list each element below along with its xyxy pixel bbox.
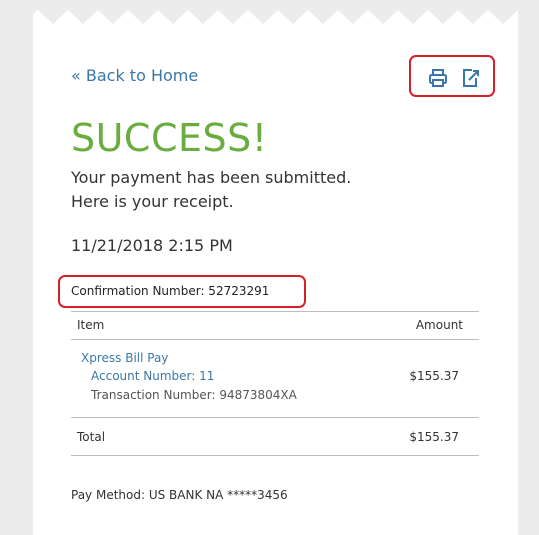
column-header-item: Item	[77, 318, 105, 332]
confirmation-number: Confirmation Number: 52723291	[71, 284, 270, 298]
export-icon[interactable]	[459, 67, 481, 89]
total-amount: $155.37	[409, 430, 459, 444]
line-item-amount: $155.37	[409, 369, 459, 383]
line-item-account: Account Number: 11	[91, 369, 215, 383]
total-divider	[71, 417, 479, 418]
pay-method: Pay Method: US BANK NA *****3456	[71, 488, 288, 502]
line-item-name[interactable]: Xpress Bill Pay	[81, 351, 168, 365]
receipt-card: « Back to Home SUCCESS! Your payment has…	[33, 0, 518, 535]
zigzag-edge	[33, 0, 518, 24]
column-header-amount: Amount	[415, 318, 463, 332]
message-line-2: Here is your receipt.	[71, 192, 234, 211]
message-line-1: Your payment has been submitted.	[71, 168, 352, 187]
success-heading: SUCCESS!	[71, 116, 268, 160]
toolbar-highlight	[409, 55, 495, 97]
payment-datetime: 11/21/2018 2:15 PM	[71, 236, 233, 255]
success-message: Your payment has been submitted. Here is…	[71, 166, 351, 214]
header-divider	[71, 339, 479, 340]
table-bottom-divider	[71, 455, 479, 456]
back-to-home-link[interactable]: « Back to Home	[71, 66, 198, 85]
table-top-divider	[71, 311, 479, 312]
total-label: Total	[77, 430, 106, 444]
line-item-transaction: Transaction Number: 94873804XA	[91, 388, 297, 402]
printer-icon[interactable]	[427, 67, 449, 89]
